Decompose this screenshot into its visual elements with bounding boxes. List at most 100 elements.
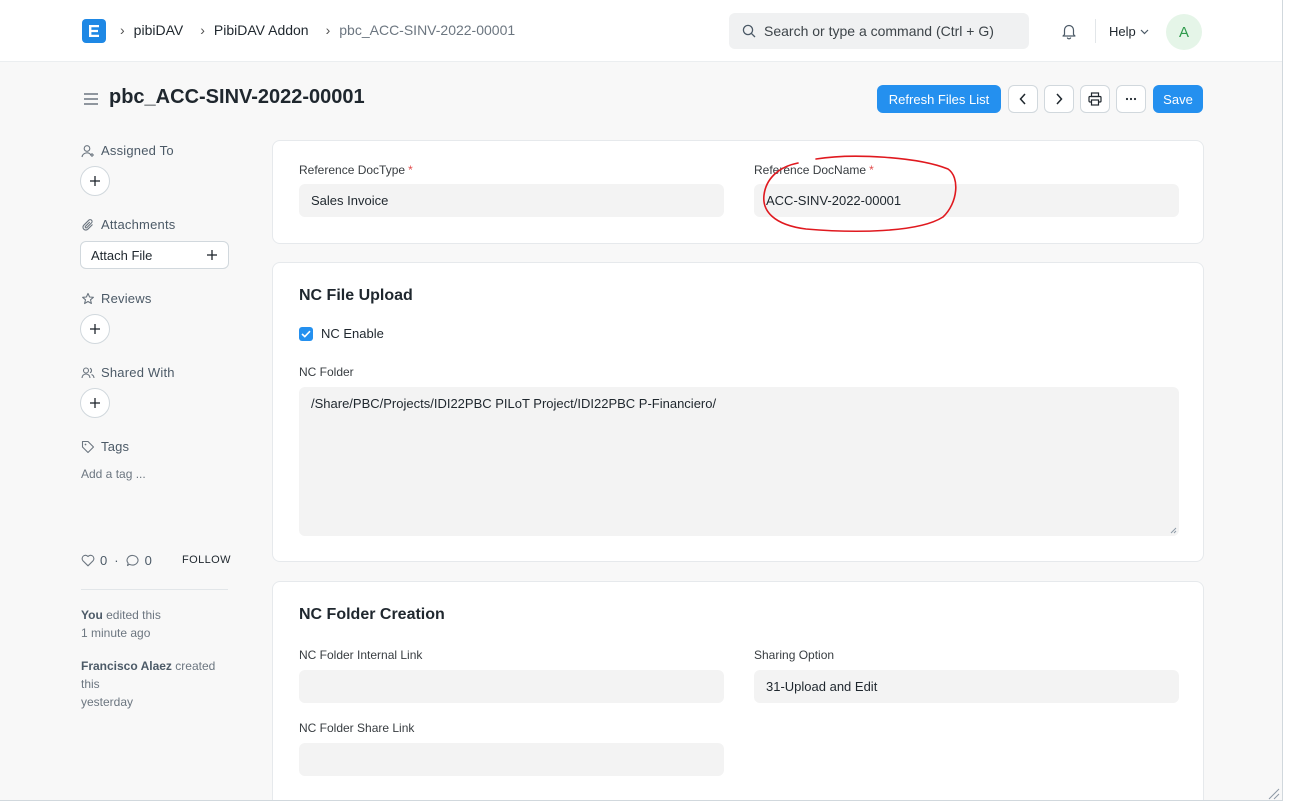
attachments-label: Attachments — [81, 217, 175, 232]
nc-enable-field[interactable]: NC Enable — [299, 326, 384, 341]
assigned-to-text: Assigned To — [101, 143, 174, 158]
document-stats: 0 · 0 — [81, 553, 152, 568]
follow-button[interactable]: FOLLOW — [182, 554, 231, 566]
breadcrumb-item-current[interactable]: › pbc_ACC-SINV-2022-00001 — [326, 22, 533, 38]
nc-folder-internal-link-label: NC Folder Internal Link — [299, 648, 423, 662]
reference-docname-label-text: Reference DocName — [754, 163, 867, 177]
comment-icon — [126, 554, 139, 567]
app-frame: › pibiDAV › PibiDAV Addon › pbc_ACC-SINV… — [0, 0, 1283, 801]
sharing-option-label: Sharing Option — [754, 648, 835, 662]
reference-docname-field[interactable]: ACC-SINV-2022-00001 — [754, 184, 1179, 217]
add-tag-input[interactable]: Add a tag ... — [81, 467, 146, 481]
screen-margin-right — [1283, 0, 1293, 807]
bell-icon — [1062, 24, 1076, 40]
activity-item: You edited this 1 minute ago — [81, 606, 231, 642]
hamburger-menu-icon — [84, 93, 98, 105]
tag-icon — [81, 440, 95, 453]
nc-folder-share-link-label: NC Folder Share Link — [299, 721, 415, 735]
resize-grip-icon[interactable] — [1169, 526, 1177, 534]
awesomebar-search[interactable] — [729, 13, 1029, 49]
chevron-right-icon: › — [200, 22, 205, 38]
nc-folder-textarea[interactable]: /Share/PBC/Projects/IDI22PBC PILoT Proje… — [299, 387, 1179, 536]
nc-enable-checkbox[interactable] — [299, 326, 313, 341]
like-count: 0 — [100, 553, 108, 568]
stats-separator: · — [114, 553, 119, 568]
navbar: › pibiDAV › PibiDAV Addon › pbc_ACC-SINV… — [0, 0, 1282, 62]
page-title: pbc_ACC-SINV-2022-00001 — [109, 86, 365, 108]
print-button[interactable] — [1080, 85, 1110, 113]
nc-folder-creation-title: NC Folder Creation — [299, 606, 445, 623]
users-icon — [81, 366, 95, 378]
nc-file-upload-title: NC File Upload — [299, 287, 413, 304]
user-avatar[interactable]: A — [1166, 14, 1202, 50]
plus-icon — [90, 324, 100, 334]
nc-folder-share-link-field[interactable] — [299, 743, 724, 776]
refresh-files-list-button[interactable]: Refresh Files List — [877, 85, 1001, 113]
help-dropdown[interactable]: Help — [1109, 24, 1149, 39]
add-assignment-button[interactable] — [80, 166, 110, 196]
activity-time: yesterday — [81, 695, 134, 709]
reference-doctype-label: Reference DocType * — [299, 163, 413, 177]
tags-label: Tags — [81, 439, 129, 454]
search-input[interactable] — [764, 23, 1024, 39]
more-horizontal-icon — [1125, 97, 1137, 101]
previous-document-button[interactable] — [1008, 85, 1038, 113]
activity-actor[interactable]: Francisco Alaez — [81, 659, 172, 673]
chevron-right-icon — [1056, 93, 1063, 105]
breadcrumb-label: pbc_ACC-SINV-2022-00001 — [339, 22, 516, 38]
reference-doctype-label-text: Reference DocType — [299, 163, 406, 177]
paperclip-icon — [82, 218, 93, 231]
attach-file-button[interactable]: Attach File — [80, 241, 229, 269]
activity-actor[interactable]: You — [81, 608, 103, 622]
shared-with-label: Shared With — [81, 365, 175, 380]
reviews-label: Reviews — [81, 291, 152, 306]
nc-folder-value: /Share/PBC/Projects/IDI22PBC PILoT Proje… — [311, 396, 717, 411]
more-actions-button[interactable] — [1116, 85, 1146, 113]
assigned-to-label: Assigned To — [81, 143, 174, 158]
add-share-button[interactable] — [80, 388, 110, 418]
chevron-down-icon — [1140, 29, 1149, 34]
app-logo[interactable] — [82, 19, 106, 43]
attachments-text: Attachments — [101, 217, 176, 232]
chevron-left-icon — [1019, 93, 1026, 105]
like-button[interactable]: 0 — [81, 553, 107, 568]
breadcrumb-label: pibiDAV — [133, 22, 184, 38]
activity-item: Francisco Alaez created this yesterday — [81, 657, 231, 711]
attach-file-label: Attach File — [91, 247, 153, 263]
chevron-right-icon: › — [325, 22, 331, 38]
sharing-option-field[interactable]: 31-Upload and Edit — [754, 670, 1179, 703]
plus-icon — [90, 176, 100, 186]
add-review-button[interactable] — [80, 314, 110, 344]
nc-enable-label: NC Enable — [321, 326, 384, 341]
comments-link[interactable]: 0 — [126, 553, 152, 568]
activity-action: edited this — [102, 608, 161, 622]
erpnext-logo-icon — [89, 25, 99, 37]
reviews-text: Reviews — [101, 291, 152, 306]
window-resize-grip-icon[interactable] — [1266, 786, 1280, 800]
comment-count: 0 — [144, 553, 152, 568]
notifications-button[interactable] — [1059, 21, 1079, 41]
save-button[interactable]: Save — [1153, 85, 1203, 113]
plus-icon — [207, 250, 217, 260]
breadcrumb-item-pibidav[interactable]: › pibiDAV — [120, 22, 200, 38]
reference-doctype-field[interactable]: Sales Invoice — [299, 184, 724, 217]
screen-margin-bottom — [0, 801, 1293, 807]
breadcrumb: › pibiDAV › PibiDAV Addon › pbc_ACC-SINV… — [120, 22, 532, 38]
nc-folder-creation-section: NC Folder Creation NC Folder Internal Li… — [272, 581, 1204, 800]
nc-folder-internal-link-field[interactable] — [299, 670, 724, 703]
help-label: Help — [1109, 24, 1136, 39]
checkmark-icon — [301, 330, 311, 338]
breadcrumb-item-pibidav-addon[interactable]: › PibiDAV Addon — [200, 22, 325, 38]
sidebar-toggle-button[interactable] — [82, 91, 100, 107]
printer-icon — [1088, 92, 1102, 106]
next-document-button[interactable] — [1044, 85, 1074, 113]
breadcrumb-label: PibiDAV Addon — [213, 22, 309, 38]
reference-docname-label: Reference DocName * — [754, 163, 874, 177]
plus-icon — [90, 398, 100, 408]
nc-file-upload-section: NC File Upload NC Enable NC Folder /Shar… — [272, 262, 1204, 562]
user-add-icon — [81, 144, 94, 157]
required-mark: * — [408, 163, 413, 177]
tags-text: Tags — [101, 439, 130, 454]
required-mark: * — [869, 163, 874, 177]
reference-section: Reference DocType * Sales Invoice Referen… — [272, 140, 1204, 244]
